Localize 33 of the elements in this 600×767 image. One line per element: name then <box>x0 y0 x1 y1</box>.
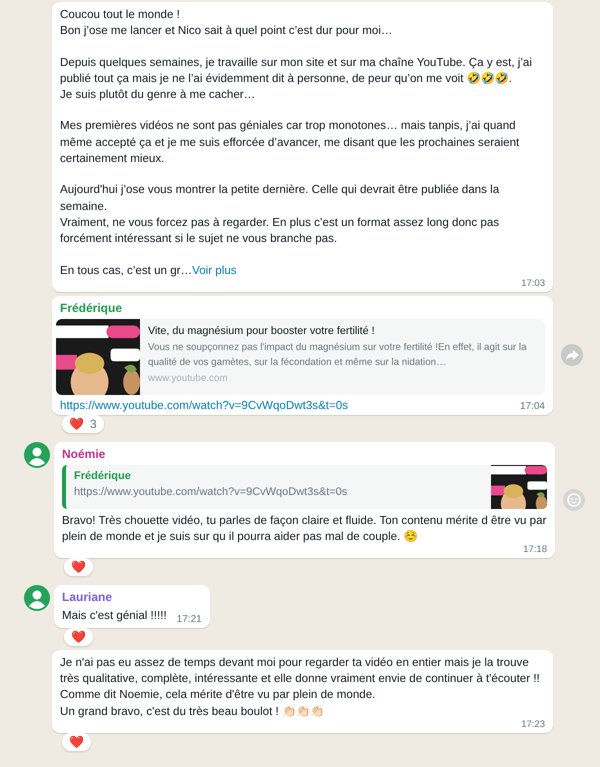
message-text: Bravo! Très chouette vidéo, tu parles de façon claire et fluide. Ton contenu mérite d être vu par plein de monde et je suis sur qu il pourra aider pas mal de couple. ☺ <box>62 512 547 545</box>
video-link[interactable]: https://www.youtube.com/watch?v=9CvWqoDwt3s&t=0s <box>60 398 348 412</box>
message-time: 17:18 <box>523 545 547 556</box>
message-time: 17:23 <box>521 720 545 730</box>
forward-icon[interactable] <box>561 344 583 366</box>
sender-name: Frédérique <box>60 300 124 315</box>
message-time: 17:04 <box>520 400 545 412</box>
read-more-link[interactable]: Voir plus <box>192 264 237 277</box>
sender-name: Lauriane <box>62 590 114 604</box>
preview-domain: www.youtube.com <box>148 372 228 384</box>
sender-name: Noémie <box>62 446 106 461</box>
message-text: Mes premières vidéos ne sont pas géniales car trop monotones… mais tanpis, j’ai quand même accepté ça et je me suis efforcée d’avancer, me disant que les prochaines seraient certainement mieux. <box>60 118 520 168</box>
preview-description: Vous ne soupçonnez pas l'impact du magnésium sur votre fertilité !En effet, il agit sur la qualité de vos gamètes, sur la fécondation et même sur la nidation… <box>148 340 528 370</box>
message-text: Je n'ai pas eu assez de temps devant moi pour regarder ta vidéo en entier mais je la trouve très qualitative, complète, intéressante et elle donne vraiment envie de continuer à t'écouter !! Comme dit Noemie, cela mérite d'être vu par plein de monde. Un grand bravo, c'est du très beau boulot ! 👏🏻👏🏻👏🏻 <box>60 654 541 720</box>
reaction-badge[interactable]: ❤ 3 <box>62 414 104 433</box>
message-text: Coucou tout le monde ! Bon j’ose me lancer et Nico sait à quel point c’est dur pour moi… <box>60 7 394 40</box>
message-text: En tous cas, c’est un gr…Voir plus <box>60 262 238 279</box>
reaction-badge[interactable]: ❤ <box>62 732 91 751</box>
preview-title: Vite, du magnésium pour booster votre fertilité ! <box>148 324 376 337</box>
message-text: Aujourd'hui j’ose vous montrer la petite dernière. Celle qui devrait être publiée dans la semaine. Vraiment, ne vous forcez pas à regarder. En plus c’est un format assez long donc pas forcément intéressant si le sujet ne vous branche pas. <box>60 182 500 248</box>
quoted-message[interactable]: Frédérique https://www.youtube.com/watch?v=9CvWqoDwt3s&t=0s <box>62 464 547 509</box>
quoted-sender: Frédérique <box>74 470 132 482</box>
reaction-badge[interactable]: ❤ <box>64 558 93 576</box>
reaction-count: 3 <box>90 416 97 431</box>
link-preview[interactable] <box>56 318 545 395</box>
quoted-text: https://www.youtube.com/watch?v=9CvWqoDwt3s&t=0s <box>74 486 348 498</box>
message-time: 17:21 <box>176 614 202 625</box>
message-time: 17:03 <box>521 278 545 289</box>
avatar-icon[interactable] <box>24 442 50 468</box>
reaction-badge[interactable]: ❤ <box>64 628 93 646</box>
message-text: Depuis quelques semaines, je travaille sur mon site et sur ma chaîne YouTube. Ça y est, j’ai publié tout ça mais je ne l’ai évidemment dit à personne, de peur qu’on me voit 🤣🤣🤣. Je suis plutôt du genre à me cacher… <box>60 54 533 104</box>
message-text: Mais c'est génial !!!!! <box>62 608 167 624</box>
avatar-icon[interactable] <box>24 585 50 612</box>
